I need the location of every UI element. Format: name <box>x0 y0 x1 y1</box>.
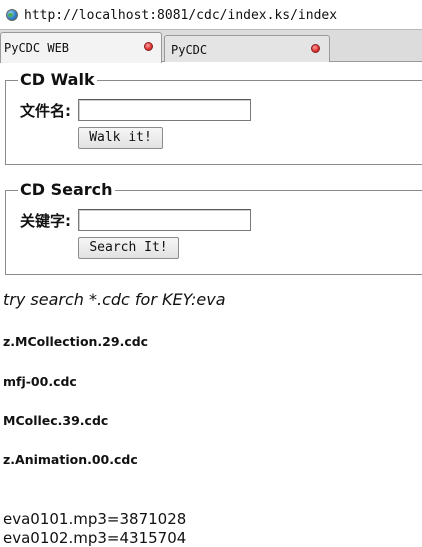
cd-search-form: CD Search 关键字: Search It! <box>5 181 422 275</box>
file-link[interactable]: z.Animation.00.cdc <box>3 452 138 467</box>
cd-walk-legend: CD Walk <box>18 70 97 89</box>
search-button[interactable]: Search It! <box>78 237 179 259</box>
search-hint: try search *.cdc for KEY:eva <box>3 290 226 309</box>
keyword-input[interactable] <box>78 209 251 231</box>
filename-label: 文件名: <box>20 102 71 120</box>
tab-label: PyCDC WEB <box>4 41 70 55</box>
tab-pycdc[interactable]: PyCDC <box>164 35 330 62</box>
close-tab-icon[interactable] <box>144 42 153 51</box>
cd-walk-form: CD Walk 文件名: Walk it! <box>5 71 422 165</box>
cd-search-legend: CD Search <box>18 180 115 199</box>
walk-button[interactable]: Walk it! <box>78 127 163 149</box>
tab-label: PyCDC <box>171 43 208 57</box>
file-link[interactable]: MCollec.39.cdc <box>3 413 108 428</box>
file-link[interactable]: z.MCollection.29.cdc <box>3 334 148 349</box>
file-link[interactable]: mfj-00.cdc <box>3 374 77 389</box>
tab-pycdc-web[interactable]: PyCDC WEB <box>0 32 162 63</box>
globe-icon <box>6 9 18 21</box>
close-tab-icon[interactable] <box>311 44 320 53</box>
result-line: eva0101.mp3=3871028 <box>3 510 187 528</box>
tab-strip: PyCDC WEB PyCDC <box>0 30 422 63</box>
keyword-label: 关键字: <box>20 212 71 230</box>
result-line: eva0102.mp3=4315704 <box>3 529 187 547</box>
filename-input[interactable] <box>78 99 251 121</box>
address-bar[interactable]: http://localhost:8081/cdc/index.ks/index <box>0 0 422 30</box>
url-text[interactable]: http://localhost:8081/cdc/index.ks/index <box>24 8 337 23</box>
